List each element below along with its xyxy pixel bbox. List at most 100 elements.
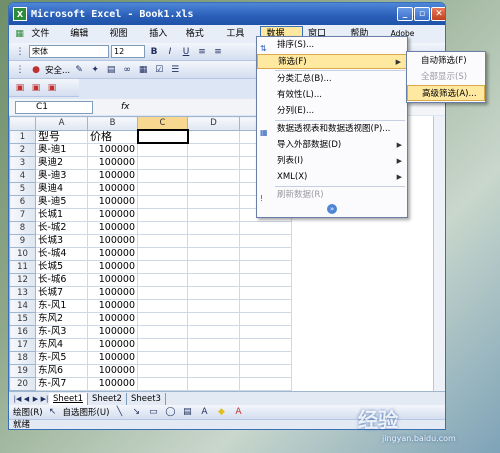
cell-c[interactable] <box>137 246 188 261</box>
fx-icon[interactable]: fx <box>121 102 130 112</box>
select-arrow-icon[interactable]: ↖ <box>46 405 60 419</box>
italic-icon[interactable]: I <box>163 45 177 59</box>
cell-c[interactable] <box>137 168 188 183</box>
cell-b[interactable]: 100000 <box>87 246 138 261</box>
cell-a[interactable]: 东风2 <box>35 311 88 326</box>
menu-tools[interactable]: 工具(T) <box>221 26 260 55</box>
cell-d[interactable] <box>187 324 240 339</box>
cell-c[interactable] <box>137 285 188 300</box>
cell-c[interactable] <box>137 324 188 339</box>
cell-c[interactable] <box>136 129 189 144</box>
cell-d[interactable] <box>187 194 240 209</box>
row-header[interactable]: 7 <box>9 207 36 222</box>
tab-sheet2[interactable]: Sheet2 <box>88 392 127 405</box>
row-header[interactable]: 8 <box>9 220 36 235</box>
row-header[interactable]: 20 <box>9 376 36 391</box>
cell-d[interactable] <box>187 285 240 300</box>
cell-e[interactable] <box>239 324 292 339</box>
filter-submenu-item[interactable]: 自动筛选(F) <box>407 53 485 69</box>
cell-b[interactable]: 100000 <box>87 298 138 313</box>
first-sheet-icon[interactable]: |◀ <box>13 395 22 403</box>
cell-d[interactable] <box>187 363 240 378</box>
row-header[interactable]: 10 <box>9 246 36 261</box>
filter-submenu-item[interactable]: 高级筛选(A)... <box>407 85 485 101</box>
cell-c[interactable] <box>137 376 188 391</box>
cell-e[interactable] <box>239 233 292 248</box>
cell-c[interactable] <box>137 259 188 274</box>
align-center-icon[interactable]: ≡ <box>211 45 225 59</box>
row-header[interactable]: 12 <box>9 272 36 287</box>
security-icon[interactable]: ● <box>29 63 43 77</box>
cell-d[interactable] <box>187 272 240 287</box>
cell-c[interactable] <box>137 337 188 352</box>
row-header[interactable]: 16 <box>9 324 36 339</box>
underline-icon[interactable]: U <box>179 45 193 59</box>
chart-icon[interactable]: ▤ <box>104 63 118 77</box>
cell-c[interactable] <box>137 220 188 235</box>
draw-menu-button[interactable]: 绘图(R) <box>13 406 43 418</box>
row-header[interactable]: 9 <box>9 233 36 248</box>
cell-b[interactable]: 100000 <box>87 285 138 300</box>
cell-e[interactable] <box>239 220 292 235</box>
menu-expand-button[interactable]: » <box>257 203 407 214</box>
cell-d[interactable] <box>187 207 240 222</box>
textbox-icon[interactable]: ▤ <box>180 405 194 419</box>
cell-d[interactable] <box>187 298 240 313</box>
cell-d[interactable] <box>187 259 240 274</box>
cell-b[interactable]: 100000 <box>87 376 138 391</box>
name-box[interactable]: C1 <box>15 100 93 114</box>
cell-b[interactable]: 100000 <box>87 220 138 235</box>
arrow-icon[interactable]: ↘ <box>129 405 143 419</box>
row-header[interactable]: 18 <box>9 350 36 365</box>
cell-b[interactable]: 100000 <box>87 350 138 365</box>
cell-b[interactable]: 100000 <box>87 233 138 248</box>
cell-e[interactable] <box>239 337 292 352</box>
cell-d[interactable] <box>187 233 240 248</box>
cell-b[interactable]: 100000 <box>87 272 138 287</box>
cell-c[interactable] <box>137 207 188 222</box>
menu-file[interactable]: 文件(F) <box>26 26 65 55</box>
data-menu-item[interactable]: ▦ 数据透视表和数据透视图(P)... <box>257 122 407 138</box>
column-header-d[interactable]: D <box>187 116 240 131</box>
cell-c[interactable] <box>137 155 188 170</box>
cell-a[interactable]: 奥-迪1 <box>35 142 88 157</box>
cell-e[interactable] <box>239 285 292 300</box>
column-header-c[interactable]: C <box>137 116 188 131</box>
cell-a[interactable]: 长城3 <box>35 233 88 248</box>
check-icon[interactable]: ☑ <box>152 63 166 77</box>
minimize-button[interactable]: _ <box>397 7 413 21</box>
cell-e[interactable] <box>239 298 292 313</box>
fill-color-icon[interactable]: ◆ <box>214 405 228 419</box>
excel-app-icon[interactable]: X <box>13 7 27 21</box>
cell-b[interactable]: 100000 <box>87 181 138 196</box>
menu-edit[interactable]: 编辑(E) <box>65 26 104 55</box>
cell-c[interactable] <box>137 298 188 313</box>
cell-a[interactable]: 奥-迪5 <box>35 194 88 209</box>
cell-d[interactable] <box>187 155 240 170</box>
font-color-icon[interactable]: A <box>231 405 245 419</box>
data-menu-item[interactable]: ⇅ 排序(S)... <box>257 38 407 54</box>
cell-c[interactable] <box>137 194 188 209</box>
cell-b[interactable]: 100000 <box>87 142 138 157</box>
row-header[interactable]: 6 <box>9 194 36 209</box>
row-header[interactable]: 3 <box>9 155 36 170</box>
cell-a[interactable]: 东-风7 <box>35 376 88 391</box>
cell-a[interactable]: 长-城4 <box>35 246 88 261</box>
cell-a[interactable]: 长城5 <box>35 259 88 274</box>
cell-d[interactable] <box>187 337 240 352</box>
autoshapes-button[interactable]: 自选图形(U) <box>63 406 110 418</box>
vertical-scrollbar[interactable] <box>433 116 445 391</box>
cell-d[interactable] <box>187 220 240 235</box>
cell-d[interactable] <box>187 168 240 183</box>
cell-b[interactable]: 100000 <box>87 363 138 378</box>
menu-view[interactable]: 视图(V) <box>105 26 145 55</box>
align-left-icon[interactable]: ≡ <box>195 45 209 59</box>
cell-d[interactable] <box>187 246 240 261</box>
cell-e[interactable] <box>239 376 292 391</box>
data-menu-item[interactable]: 分类汇总(B)... <box>257 72 407 88</box>
cell-a[interactable]: 奥迪4 <box>35 181 88 196</box>
form-icon[interactable]: ▦ <box>136 63 150 77</box>
maximize-button[interactable]: ▫ <box>414 7 430 21</box>
cell-b[interactable]: 100000 <box>87 324 138 339</box>
cell-e[interactable] <box>239 259 292 274</box>
